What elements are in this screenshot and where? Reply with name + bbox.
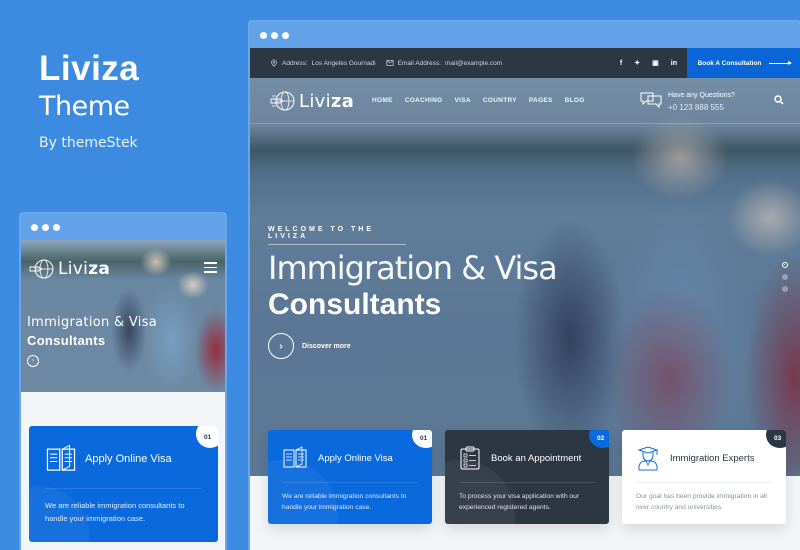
site-logo[interactable]: Liviza [29, 258, 110, 280]
window-dot [282, 31, 289, 39]
mobile-preview-window: Liviza Immigration & Visa Consultants › … [19, 212, 227, 550]
email-link[interactable]: mail@example.com [445, 60, 502, 67]
hero-headline-bold: Consultants [27, 333, 106, 348]
service-card[interactable]: 01 Apply Online Visa We are reliable imm… [29, 426, 218, 542]
top-info-bar: Address: Los Angeles Gournadi Email Addr… [250, 48, 800, 78]
theme-subtitle: Theme [39, 91, 130, 122]
main-menu: HOME COACHING VISA COUNTRY PAGES BLOG [372, 97, 585, 104]
facebook-icon[interactable]: f [620, 60, 622, 67]
service-card[interactable]: 03 Immigration Experts Our goal has been… [622, 430, 786, 524]
logo-text-light: Livi [58, 259, 89, 279]
nav-home[interactable]: HOME [372, 97, 393, 104]
linkedin-icon[interactable]: in [671, 60, 677, 67]
window-titlebar [21, 214, 225, 240]
card-divider [459, 482, 595, 483]
logo-text: Liviza [299, 91, 354, 112]
main-navbar: Liviza HOME COACHING VISA COUNTRY PAGES … [250, 78, 800, 124]
contact-info: Have any Questions? +0 123 888 555 [640, 90, 735, 114]
window-dot [260, 31, 267, 39]
nav-country[interactable]: COUNTRY [483, 97, 517, 104]
twitter-icon[interactable]: ✦ [634, 59, 640, 67]
window-dot [53, 223, 60, 231]
logo-text-bold: za [330, 90, 355, 112]
theme-title: Liviza [39, 49, 140, 88]
window-titlebar [250, 22, 800, 48]
chevron-right-icon: › [268, 333, 294, 359]
contact-phone[interactable]: +0 123 888 555 [668, 102, 735, 114]
open-book-icon [283, 446, 307, 468]
open-book-icon [46, 444, 76, 471]
email-label: Email Address: [397, 59, 441, 67]
book-consultation-button[interactable]: Book A Consultation [687, 48, 800, 78]
chevron-right-icon[interactable]: › [27, 355, 39, 367]
hero-headline-light: Immigration & Visa [27, 315, 157, 330]
flickr-icon[interactable]: ▣ [652, 59, 659, 67]
mobile-hero-content: Immigration & Visa Consultants › [27, 314, 157, 367]
service-card[interactable]: 02 Book an Appointment To process your v… [445, 430, 609, 524]
globe-plane-icon [270, 91, 295, 111]
window-dot [271, 31, 278, 39]
nav-coaching[interactable]: COACHING [405, 97, 443, 104]
contact-label: Have any Questions? [668, 92, 735, 99]
nav-visa[interactable]: VISA [455, 97, 471, 104]
address-info: Address: Los Angeles Gournadi [270, 59, 376, 67]
social-links: f ✦ ▣ in [620, 59, 677, 68]
card-description: We are reliable immigration consultants … [45, 501, 185, 523]
window-dot [42, 223, 49, 231]
nav-pages[interactable]: PAGES [529, 97, 553, 104]
logo-text: Liviza [58, 259, 110, 279]
card-description: We are reliable immigration consultants … [282, 493, 407, 511]
slider-dot-active[interactable] [782, 262, 788, 268]
email-info: Email Address: mail@example.com [386, 59, 502, 67]
hero-section: Liviza HOME COACHING VISA COUNTRY PAGES … [250, 78, 800, 476]
slider-pagination [782, 262, 788, 292]
slider-dot[interactable] [782, 274, 788, 280]
hero-headline-light: Immigration & Visa [268, 249, 558, 287]
logo-text-light: Livi [299, 90, 331, 112]
card-description: Our goal has been provide immigration in… [636, 493, 767, 511]
nav-blog[interactable]: BLOG [565, 97, 585, 104]
book-consultation-label: Book A Consultation [697, 59, 762, 67]
card-title: Immigration Experts [670, 452, 755, 464]
service-cards: 01 Apply Online Visa We are reliable imm… [268, 430, 786, 524]
arrow-right-icon [769, 60, 793, 65]
clipboard-checklist-icon [460, 446, 480, 470]
slider-dot[interactable] [782, 286, 788, 292]
hero-headline-bold: Consultants [268, 288, 442, 321]
globe-plane-icon [29, 259, 54, 279]
service-card[interactable]: 01 Apply Online Visa We are reliable imm… [268, 430, 432, 524]
card-title: Apply Online Visa [318, 452, 393, 464]
logo-text-bold: za [88, 259, 111, 279]
chat-bubbles-icon [640, 92, 662, 109]
map-pin-icon [271, 59, 277, 67]
card-divider [636, 482, 772, 483]
card-divider [45, 488, 202, 489]
hero-content: WELCOME TO THE LIVIZA Immigration & Visa… [268, 225, 558, 359]
graduate-icon [637, 446, 659, 471]
card-title: Apply Online Visa [85, 453, 172, 465]
window-dot [31, 223, 38, 231]
address-label: Address: [282, 59, 308, 67]
branding: Liviza Theme By themeStek [39, 49, 140, 152]
theme-author: By themeStek [39, 135, 138, 151]
mobile-hero-section: Liviza Immigration & Visa Consultants › [21, 240, 225, 392]
hamburger-menu-icon[interactable] [204, 262, 217, 276]
envelope-icon [386, 60, 394, 66]
card-description: To process your visa application with ou… [459, 493, 580, 511]
card-divider [282, 482, 418, 483]
hero-eyebrow: WELCOME TO THE LIVIZA [268, 226, 406, 245]
card-title: Book an Appointment [491, 452, 582, 464]
desktop-preview-window: Address: Los Angeles Gournadi Email Addr… [248, 20, 800, 550]
discover-more-button[interactable]: › Discover more [268, 333, 557, 359]
address-value: Los Angeles Gournadi [311, 59, 376, 67]
search-icon[interactable] [774, 95, 784, 105]
discover-more-label: Discover more [302, 342, 351, 350]
site-logo[interactable]: Liviza [270, 90, 354, 112]
